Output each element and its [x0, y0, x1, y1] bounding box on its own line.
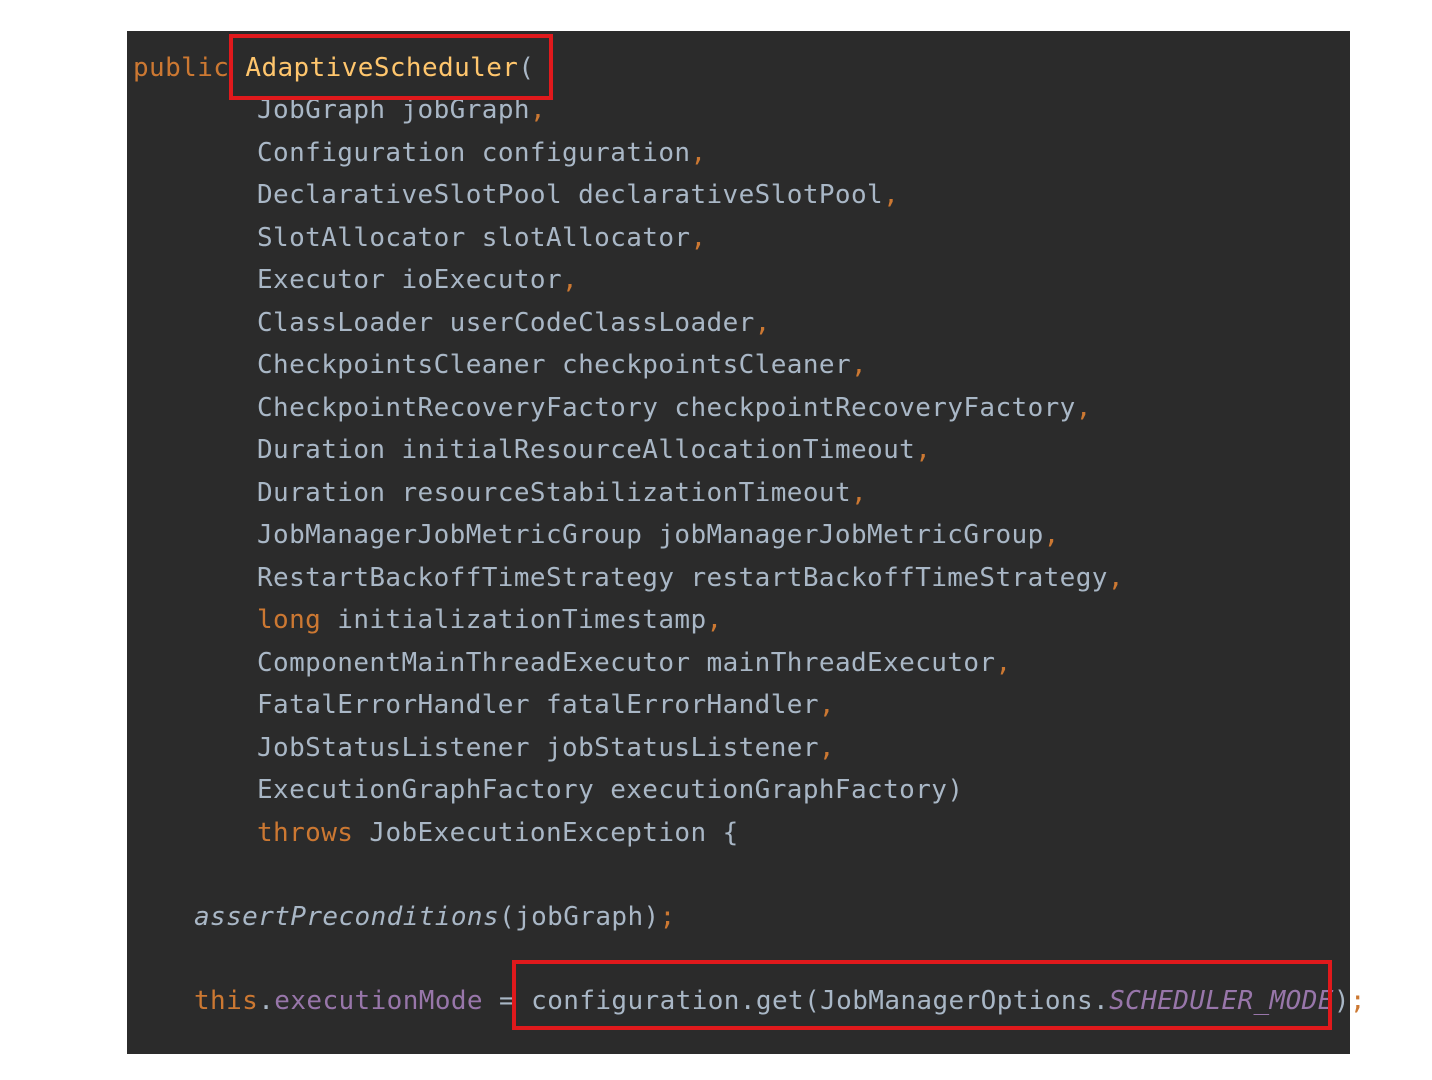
param-type: Duration — [257, 477, 386, 508]
param-type: FatalErrorHandler — [257, 690, 530, 720]
param-separator: , — [851, 350, 868, 380]
exception-type: JobExecutionException { — [369, 818, 739, 848]
this-keyword: this — [194, 986, 259, 1016]
param-type: ExecutionGraphFactory — [257, 775, 595, 805]
param-separator: ) — [947, 775, 964, 805]
param-separator: , — [1043, 520, 1060, 550]
param-type: long — [257, 605, 322, 635]
param-type: JobManagerJobMetricGroup — [257, 520, 643, 550]
param-type: RestartBackoffTimeStrategy — [257, 562, 675, 593]
execution-mode-field: executionMode — [274, 986, 483, 1016]
param-separator: , — [1075, 392, 1092, 423]
param-type: Executor — [257, 265, 386, 295]
param-type: Duration — [257, 435, 386, 465]
param-separator: , — [915, 435, 932, 465]
param-name: declarativeSlotPool — [578, 180, 884, 210]
code-line-param: JobManagerJobMetricGroup jobManagerJobMe… — [257, 517, 1060, 553]
param-name: configuration — [481, 137, 691, 168]
code-line-throws: throws JobExecutionException { — [257, 815, 739, 851]
param-name: initialResourceAllocationTimeout — [401, 435, 916, 465]
assignment-semicolon: ; — [1349, 986, 1366, 1016]
code-line-param: ClassLoader userCodeClassLoader, — [257, 305, 771, 341]
code-line-param: ExecutionGraphFactory executionGraphFact… — [257, 772, 963, 808]
param-separator: , — [754, 307, 771, 338]
precondition-args: (jobGraph) — [499, 902, 660, 932]
param-name: mainThreadExecutor — [706, 647, 996, 678]
code-line-param: FatalErrorHandler fatalErrorHandler, — [257, 687, 835, 723]
param-name: resourceStabilizationTimeout — [401, 477, 851, 508]
precondition-call: assertPreconditions — [194, 902, 500, 932]
param-separator: , — [995, 647, 1012, 678]
param-name: fatalErrorHandler — [545, 690, 819, 720]
code-line-param: Duration resourceStabilizationTimeout, — [257, 475, 867, 511]
code-line-param: Duration initialResourceAllocationTimeou… — [257, 432, 931, 468]
code-line-param: Executor ioExecutor, — [257, 262, 578, 298]
public-keyword: public — [133, 53, 230, 83]
code-line-param: DeclarativeSlotPool declarativeSlotPool, — [257, 177, 899, 213]
param-type: Configuration — [257, 137, 466, 168]
param-separator: , — [851, 477, 868, 508]
code-line-param: RestartBackoffTimeStrategy restartBackof… — [257, 560, 1124, 596]
param-name: restartBackoffTimeStrategy — [690, 562, 1108, 593]
code-line-param: CheckpointRecoveryFactory checkpointReco… — [257, 390, 1092, 426]
param-name: initializationTimestamp — [337, 605, 707, 635]
param-name: checkpointRecoveryFactory — [674, 392, 1076, 423]
code-line-param: ComponentMainThreadExecutor mainThreadEx… — [257, 645, 1012, 681]
throws-keyword: throws — [257, 818, 354, 848]
param-separator: , — [690, 137, 707, 168]
precondition-semicolon: ; — [659, 902, 676, 932]
param-type: CheckpointRecoveryFactory — [257, 392, 659, 423]
param-name: executionGraphFactory — [610, 775, 948, 805]
param-name: slotAllocator — [481, 222, 691, 253]
code-line-precondition: assertPreconditions(jobGraph); — [194, 899, 676, 935]
code-line-param: JobStatusListener jobStatusListener, — [257, 730, 835, 766]
param-type: ClassLoader — [257, 307, 434, 338]
dot: . — [258, 986, 275, 1016]
param-name: jobStatusListener — [545, 732, 819, 763]
param-name: ioExecutor — [401, 265, 563, 295]
param-separator: , — [690, 222, 707, 253]
param-type: CheckpointsCleaner — [257, 350, 546, 380]
param-separator: , — [706, 605, 723, 635]
highlight-box-configuration-get — [512, 960, 1332, 1030]
param-separator: , — [562, 265, 579, 295]
param-name: checkpointsCleaner — [562, 350, 851, 380]
param-name: userCodeClassLoader — [449, 307, 755, 338]
param-separator: , — [883, 180, 900, 210]
param-separator: , — [818, 732, 835, 763]
code-line-param: Configuration configuration, — [257, 135, 707, 171]
code-editor: public AdaptiveScheduler( JobGraph jobGr… — [127, 31, 1366, 1054]
param-separator: , — [1107, 562, 1124, 593]
param-separator: , — [818, 690, 835, 720]
param-type: ComponentMainThreadExecutor — [257, 647, 691, 678]
param-type: DeclarativeSlotPool — [257, 180, 563, 210]
highlight-box-method-name — [229, 34, 553, 100]
code-line-param: SlotAllocator slotAllocator, — [257, 220, 707, 256]
param-type: SlotAllocator — [257, 222, 466, 253]
param-type: JobStatusListener — [257, 732, 530, 763]
code-line-param: long initializationTimestamp, — [257, 602, 723, 638]
close-paren: ) — [1333, 986, 1350, 1016]
code-line-param: CheckpointsCleaner checkpointsCleaner, — [257, 347, 867, 383]
param-name: jobManagerJobMetricGroup — [658, 520, 1044, 550]
